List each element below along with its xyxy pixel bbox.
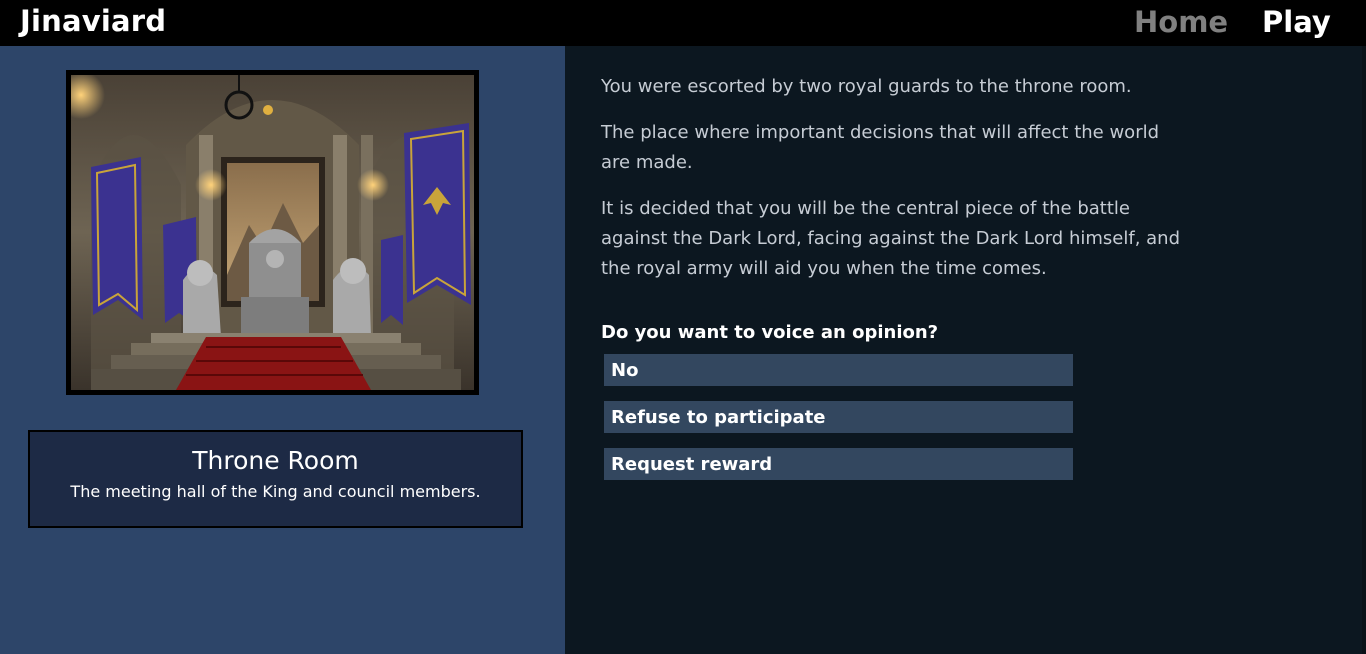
location-description: The meeting hall of the King and council… [70, 482, 481, 501]
page-scrollbar[interactable] [1362, 46, 1366, 654]
story-paragraph: You were escorted by two royal guards to… [601, 76, 1132, 97]
scene-image-frame [66, 70, 479, 395]
story-panel: You were escorted by two royal guards to… [565, 46, 1366, 654]
story-paragraph: It is decided that you will be the centr… [601, 198, 1180, 279]
story-paragraph: The place where important decisions that… [601, 122, 1160, 173]
choice-button-refuse[interactable]: Refuse to participate [604, 401, 1073, 433]
location-panel: Throne Room The meeting hall of the King… [0, 46, 565, 654]
top-nav-bar: Jinaviard Home Play [0, 0, 1366, 46]
nav-play-link[interactable]: Play [1262, 5, 1331, 39]
choice-button-no[interactable]: No [604, 354, 1073, 386]
choice-button-request-reward[interactable]: Request reward [604, 448, 1073, 480]
location-info-card: Throne Room The meeting hall of the King… [28, 430, 523, 528]
brand-title: Jinaviard [20, 4, 167, 38]
nav-home-link[interactable]: Home [1134, 5, 1228, 39]
location-title: Throne Room [192, 446, 359, 475]
story-text: You were escorted by two royal guards to… [601, 72, 1191, 300]
choice-prompt: Do you want to voice an opinion? [601, 322, 939, 343]
throne-room-scene-image [71, 75, 474, 390]
choice-list: No Refuse to participate Request reward [604, 354, 1073, 495]
